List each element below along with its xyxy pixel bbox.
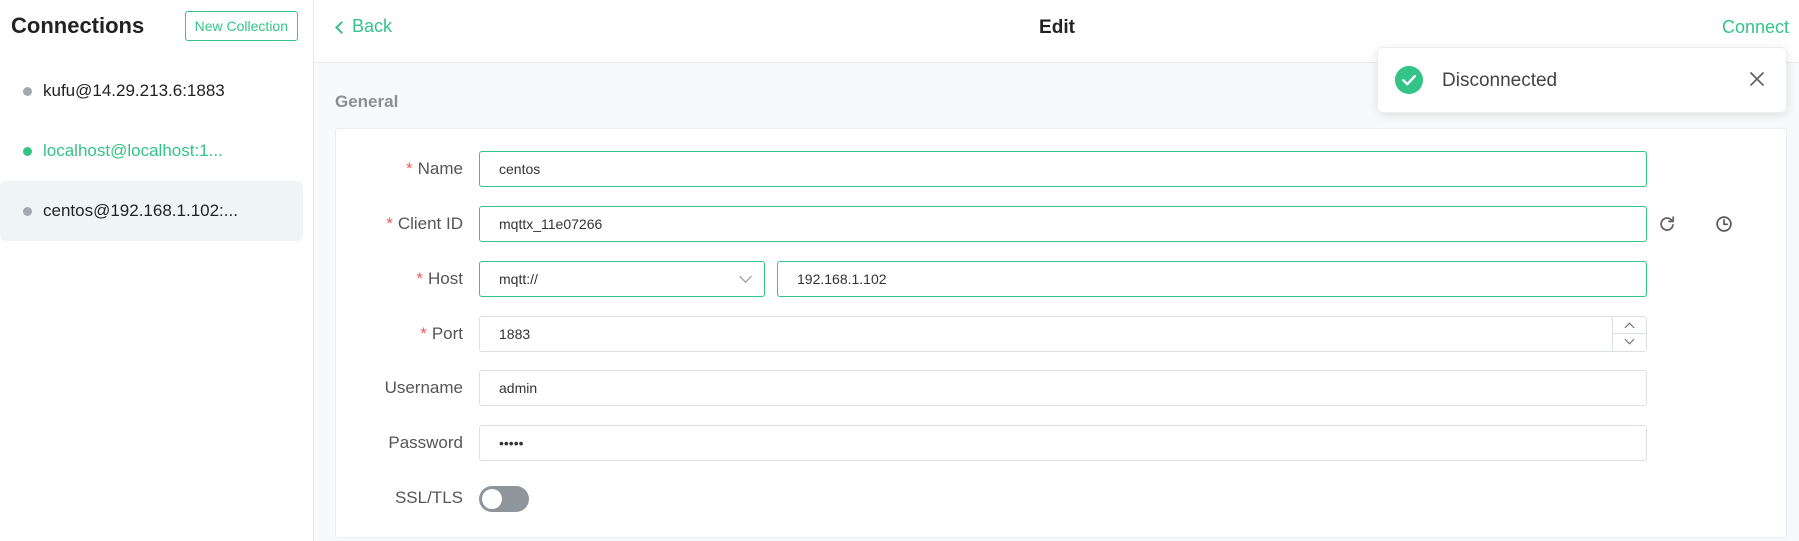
host-row: * Host bbox=[336, 261, 463, 297]
port-row: * Port bbox=[336, 316, 463, 352]
refresh-icon[interactable] bbox=[1656, 213, 1678, 235]
connection-label: centos@192.168.1.102:... bbox=[43, 201, 238, 220]
chevron-down-icon bbox=[739, 270, 752, 283]
password-input[interactable]: ••••• bbox=[479, 425, 1647, 461]
connection-label: kufu@14.29.213.6:1883 bbox=[43, 81, 225, 100]
check-circle-icon bbox=[1395, 66, 1423, 94]
port-value: 1883 bbox=[499, 326, 531, 342]
name-row: * Name bbox=[336, 151, 463, 187]
name-label-text: Name bbox=[417, 159, 463, 178]
port-label-text: Port bbox=[431, 324, 463, 343]
sidebar: Connections New Collection kufu@14.29.21… bbox=[0, 0, 314, 541]
client-id-input[interactable]: mqttx_11e07266 bbox=[479, 206, 1647, 242]
port-decrement-button[interactable] bbox=[1613, 334, 1646, 351]
password-value: ••••• bbox=[499, 435, 524, 451]
port-increment-button[interactable] bbox=[1613, 317, 1646, 334]
client-id-row: * Client ID bbox=[336, 206, 463, 242]
username-input[interactable]: admin bbox=[479, 370, 1647, 406]
password-label: Password bbox=[388, 433, 463, 452]
chevron-up-icon bbox=[1624, 322, 1635, 333]
general-form-card: * Name centos * Client ID mqttx_11e07266 *… bbox=[335, 128, 1787, 538]
toggle-knob bbox=[482, 489, 502, 509]
section-title-general: General bbox=[335, 92, 399, 111]
client-id-value: mqttx_11e07266 bbox=[499, 216, 603, 232]
toast-message: Disconnected bbox=[1442, 70, 1558, 91]
ssl-toggle[interactable] bbox=[479, 486, 529, 512]
username-label: Username bbox=[384, 378, 463, 397]
password-row: Password bbox=[336, 425, 463, 461]
host-value: 192.168.1.102 bbox=[797, 271, 887, 287]
name-label: * Name bbox=[336, 159, 463, 179]
required-mark: * bbox=[386, 214, 393, 233]
ssl-row: SSL/TLS bbox=[336, 480, 463, 516]
port-label: * Port bbox=[336, 324, 463, 344]
username-value: admin bbox=[499, 380, 538, 396]
client-id-label-text: Client ID bbox=[397, 214, 463, 233]
protocol-value: mqtt:// bbox=[499, 271, 538, 287]
protocol-select[interactable]: mqtt:// bbox=[479, 261, 765, 297]
required-mark: * bbox=[406, 159, 413, 178]
host-input[interactable]: 192.168.1.102 bbox=[777, 261, 1647, 297]
toast-notification: Disconnected bbox=[1377, 47, 1787, 113]
client-id-label: * Client ID bbox=[336, 214, 463, 234]
clock-icon[interactable] bbox=[1713, 213, 1735, 235]
status-dot-icon bbox=[23, 86, 32, 96]
name-value: centos bbox=[499, 161, 541, 177]
sidebar-header: Connections New Collection bbox=[0, 0, 313, 52]
host-label: * Host bbox=[336, 269, 463, 289]
close-icon[interactable] bbox=[1746, 68, 1768, 90]
connection-label: localhost@localhost:1... bbox=[43, 141, 223, 160]
stepper-controls bbox=[1612, 317, 1646, 351]
status-dot-icon bbox=[23, 146, 32, 156]
new-collection-button[interactable]: New Collection bbox=[184, 11, 298, 41]
page-title: Edit bbox=[1039, 17, 1075, 38]
connection-item[interactable]: kufu@14.29.213.6:1883 bbox=[0, 61, 303, 121]
connect-button[interactable]: Connect bbox=[1722, 17, 1789, 38]
chevron-down-icon bbox=[1624, 334, 1635, 345]
connection-item[interactable]: localhost@localhost:1... bbox=[0, 121, 303, 181]
connection-item[interactable]: centos@192.168.1.102:... bbox=[0, 181, 303, 241]
ssl-label: SSL/TLS bbox=[394, 488, 463, 507]
required-mark: * bbox=[416, 269, 424, 288]
required-mark: * bbox=[420, 324, 427, 343]
host-label-text: Host bbox=[428, 269, 463, 288]
port-stepper[interactable]: 1883 bbox=[479, 316, 1647, 352]
sidebar-title: Connections bbox=[11, 13, 145, 38]
connection-list: kufu@14.29.213.6:1883 localhost@localhos… bbox=[0, 61, 313, 241]
name-input[interactable]: centos bbox=[479, 151, 1647, 187]
username-row: Username bbox=[336, 370, 463, 406]
status-dot-icon bbox=[23, 206, 32, 216]
